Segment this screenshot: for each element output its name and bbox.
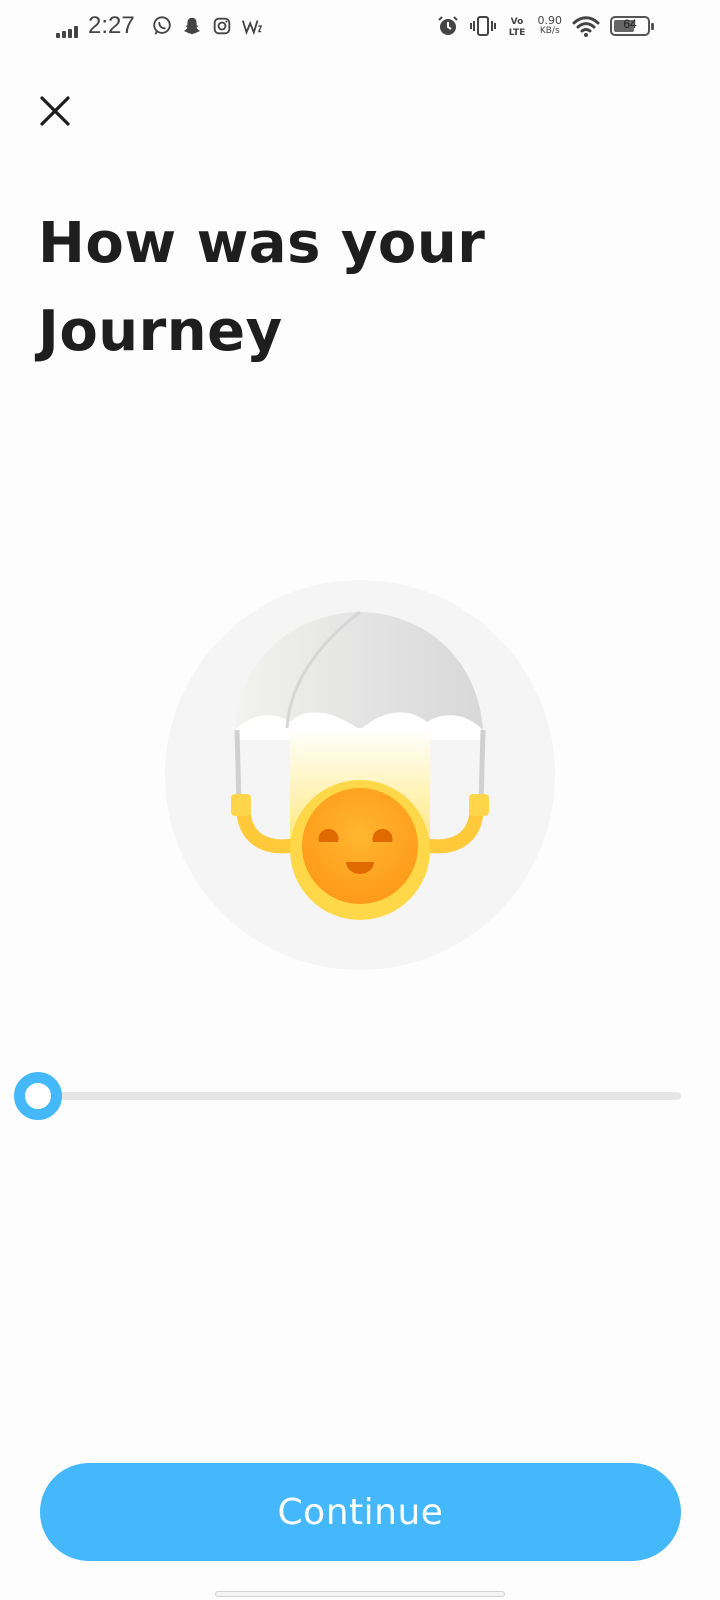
status-time: 2:27	[88, 12, 135, 39]
instagram-icon	[213, 17, 230, 35]
parachute-smiley-illustration	[165, 580, 555, 970]
left-hand	[231, 794, 251, 816]
rating-slider[interactable]	[14, 1072, 684, 1120]
status-bar: 2:27 Vo LTE 0.90 KB/s 64	[0, 0, 720, 56]
network-speed-value: 0.90	[537, 14, 563, 27]
close-icon	[40, 96, 70, 126]
signal-icon	[56, 14, 78, 38]
battery-tip	[651, 23, 654, 30]
alarm-icon	[437, 16, 458, 35]
svg-text:Vo: Vo	[510, 17, 523, 27]
continue-button[interactable]: Continue	[40, 1463, 681, 1561]
w-app-icon	[241, 20, 262, 36]
rating-screen: 2:27 Vo LTE 0.90 KB/s 64 How was your Jo…	[0, 0, 720, 1600]
volte-icon: Vo LTE	[508, 17, 525, 38]
vibrate-icon	[469, 16, 496, 36]
battery-level: 64	[623, 17, 637, 31]
close-button[interactable]	[34, 90, 76, 132]
status-bar-left: 2:27	[56, 12, 263, 40]
status-bar-right: Vo LTE 0.90 KB/s 64	[436, 14, 654, 38]
battery-icon: 64	[610, 16, 654, 36]
slider-track[interactable]	[38, 1092, 681, 1100]
svg-text:LTE: LTE	[508, 28, 525, 38]
wifi-icon	[572, 16, 600, 37]
whatsapp-icon	[153, 16, 171, 35]
slider-thumb[interactable]	[14, 1072, 62, 1120]
home-indicator	[215, 1591, 505, 1597]
right-hand	[469, 794, 489, 816]
page-title: How was your Journey	[38, 211, 486, 364]
network-speed-unit: KB/s	[539, 26, 560, 36]
network-speed: 0.90 KB/s	[537, 14, 563, 36]
smiley-face	[302, 788, 418, 904]
snapchat-icon	[183, 17, 200, 35]
